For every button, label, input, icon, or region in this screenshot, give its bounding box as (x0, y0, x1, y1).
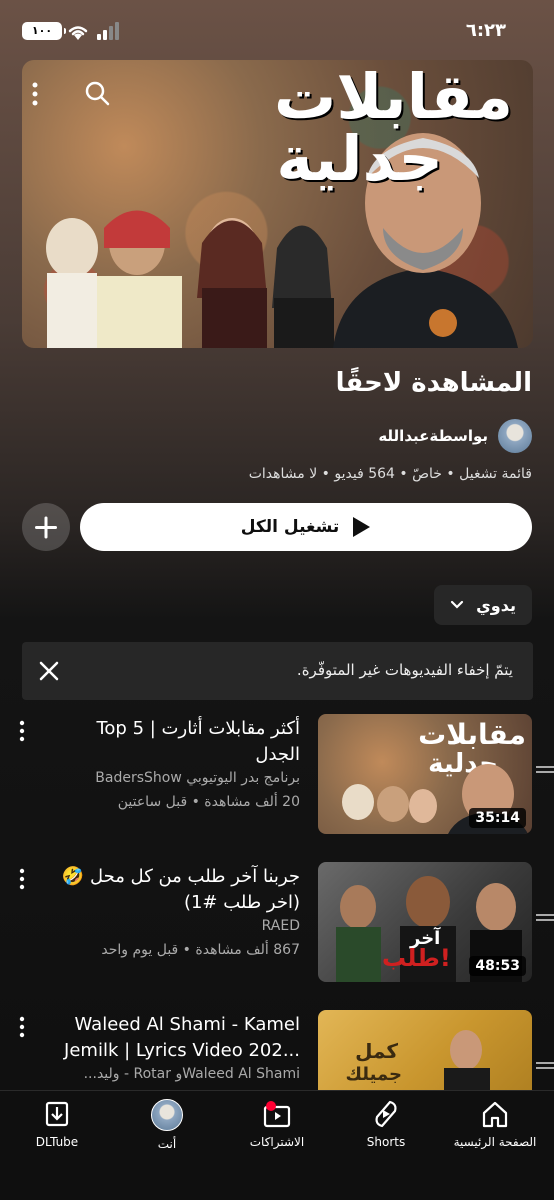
video-thumbnail[interactable]: آخر طلب! 48:53 (318, 862, 532, 982)
cover-title: مقابلات جدلية (274, 66, 513, 190)
avatar (498, 419, 532, 453)
signal-icon (97, 22, 119, 40)
svg-text:جميلك: جميلك (346, 1064, 403, 1085)
nav-home[interactable]: الصفحة الرئيسية (440, 1099, 550, 1149)
download-icon (45, 1101, 69, 1127)
sort-label: يدوي (476, 595, 516, 615)
more-vert-icon[interactable] (18, 720, 26, 742)
svg-text:طلب!: طلب! (382, 944, 451, 972)
nav-you[interactable]: أنت (112, 1099, 222, 1151)
search-icon[interactable] (84, 80, 110, 106)
play-icon (353, 517, 371, 537)
wifi-icon (68, 26, 88, 40)
video-duration: 48:53 (469, 956, 526, 976)
status-bar: ٦:٢٣ ١٠٠ (0, 0, 554, 58)
owner-name: بواسطةعبدالله (378, 427, 488, 445)
more-vert-icon[interactable] (18, 868, 26, 890)
nav-shorts-label: Shorts (366, 1135, 406, 1149)
drag-handle-icon[interactable] (536, 914, 554, 928)
video-title[interactable]: أكثر مقابلات أثارت | Top 5 الجدل (60, 716, 300, 768)
list-item[interactable]: آخر طلب! 48:53 جربنا آخر طلب من كل محل 🤣… (0, 862, 554, 986)
nav-home-label: الصفحة الرئيسية (453, 1135, 537, 1149)
nav-subscriptions-label: الاشتراكات (249, 1135, 305, 1149)
svg-text:مقابلات: مقابلات (418, 718, 526, 751)
video-stats: 20 ألف مشاهدة • قبل ساعتين (117, 794, 300, 810)
playlist-title: المشاهدة لاحقًا (335, 368, 532, 398)
nav-you-label: أنت (157, 1137, 177, 1151)
playlist-cover[interactable]: مقابلات جدلية (22, 60, 533, 348)
play-all-label: تشغيل الكل (240, 517, 340, 537)
play-all-button[interactable]: تشغيل الكل (80, 503, 532, 551)
playlist-owner[interactable]: بواسطةعبدالله (378, 418, 532, 454)
video-channel: برنامج بدر اليوتيوبي BadersShow (95, 770, 300, 786)
home-icon (482, 1101, 508, 1128)
video-thumbnail[interactable]: مقابلات جدلية 35:14 (318, 714, 532, 834)
add-icon[interactable] (22, 503, 70, 551)
nav-dltube-label: DLTube (35, 1135, 79, 1149)
nav-shorts[interactable]: Shorts (331, 1099, 441, 1149)
avatar (151, 1099, 183, 1131)
sort-dropdown[interactable]: يدوي (434, 585, 532, 625)
more-vert-icon[interactable] (32, 82, 38, 106)
status-time: ٦:٢٣ (465, 20, 506, 41)
nav-subscriptions[interactable]: الاشتراكات (222, 1099, 332, 1149)
more-vert-icon[interactable] (18, 1016, 26, 1038)
battery-icon: ١٠٠ (22, 22, 66, 40)
list-item[interactable]: مقابلات جدلية 35:14 أكثر مقابلات أثارت |… (0, 714, 554, 838)
video-channel: RAED (261, 918, 300, 934)
nav-dltube[interactable]: DLTube (2, 1099, 112, 1149)
svg-text:كمل: كمل (355, 1039, 398, 1063)
close-icon[interactable] (38, 660, 60, 682)
chevron-down-icon (451, 600, 464, 609)
video-title[interactable]: جربنا آخر طلب من كل محل 🤣 (اخر طلب #1) (60, 864, 300, 916)
subscriptions-icon (263, 1101, 291, 1128)
video-channel: Waleed Al Shamiو Rotar - وليد... (83, 1066, 300, 1082)
unavailable-videos-notice: يتمّ إخفاء الفيديوهات غير المتوفّرة. (22, 642, 533, 700)
video-title[interactable]: Waleed Al Shami - Kamel Jemilk | Lyrics … (60, 1012, 300, 1064)
cover-title-line2: جدلية (276, 122, 443, 195)
drag-handle-icon[interactable] (536, 1062, 554, 1076)
drag-handle-icon[interactable] (536, 766, 554, 780)
notice-text: يتمّ إخفاء الفيديوهات غير المتوفّرة. (296, 661, 513, 679)
video-stats: 867 ألف مشاهدة • قبل يوم واحد (101, 942, 300, 958)
video-duration: 35:14 (469, 808, 526, 828)
cover-people-image (46, 210, 334, 348)
playlist-meta: قائمة تشغيل • خاصّ • 564 فيديو • لا مشاه… (248, 466, 532, 482)
bottom-nav: الصفحة الرئيسية Shorts الاشتراكات أنت DL… (0, 1090, 554, 1200)
shorts-icon (375, 1100, 397, 1128)
